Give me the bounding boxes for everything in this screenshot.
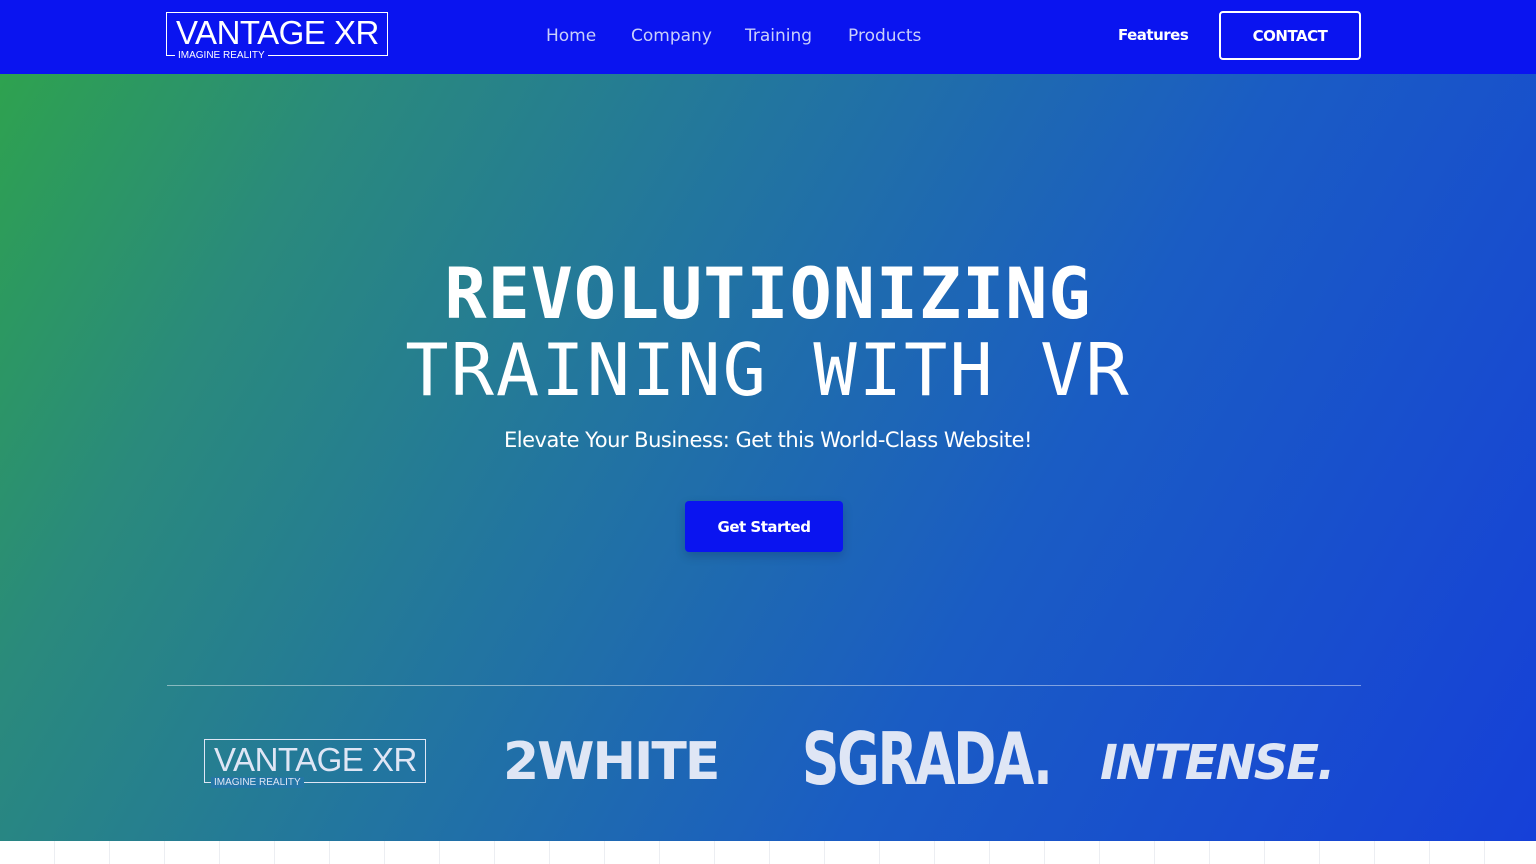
nav-link-products[interactable]: Products xyxy=(848,24,921,48)
partner-logo-2white: 2WHITE xyxy=(503,732,720,792)
partner-vantage-title: VANTAGE XR xyxy=(214,741,417,778)
brand-logo[interactable]: VANTAGE XR IMAGINE REALITY xyxy=(166,12,388,61)
get-started-button[interactable]: Get Started xyxy=(685,501,843,552)
hero-divider xyxy=(167,685,1361,686)
nav-link-features[interactable]: Features xyxy=(1118,24,1189,46)
partner-vantage-tagline: IMAGINE REALITY xyxy=(211,777,304,788)
logo-tagline: IMAGINE REALITY xyxy=(175,50,268,61)
hero-subheading: Elevate Your Business: Get this World-Cl… xyxy=(504,428,1032,452)
logo-title: VANTAGE XR xyxy=(176,14,379,51)
partner-logo-intense: INTENSE. xyxy=(1100,735,1335,791)
hero-headline-line1: REVOLUTIONIZING xyxy=(444,253,1092,335)
nav-link-home[interactable]: Home xyxy=(546,24,596,48)
hero-section: REVOLUTIONIZING TRAINING WITH VR Elevate… xyxy=(0,74,1536,841)
hero-headline-line2: TRAINING WITH VR xyxy=(405,328,1131,412)
nav-link-company[interactable]: Company xyxy=(631,24,712,48)
next-section-edge xyxy=(0,841,1536,864)
partner-logo-vantage-xr: VANTAGE XR IMAGINE REALITY xyxy=(204,739,426,788)
navbar: VANTAGE XR IMAGINE REALITY Home Company … xyxy=(0,0,1536,74)
contact-button[interactable]: CONTACT xyxy=(1219,11,1361,60)
partner-logo-sgrada: SGRADA. xyxy=(802,717,1053,801)
nav-link-training[interactable]: Training xyxy=(745,24,812,48)
